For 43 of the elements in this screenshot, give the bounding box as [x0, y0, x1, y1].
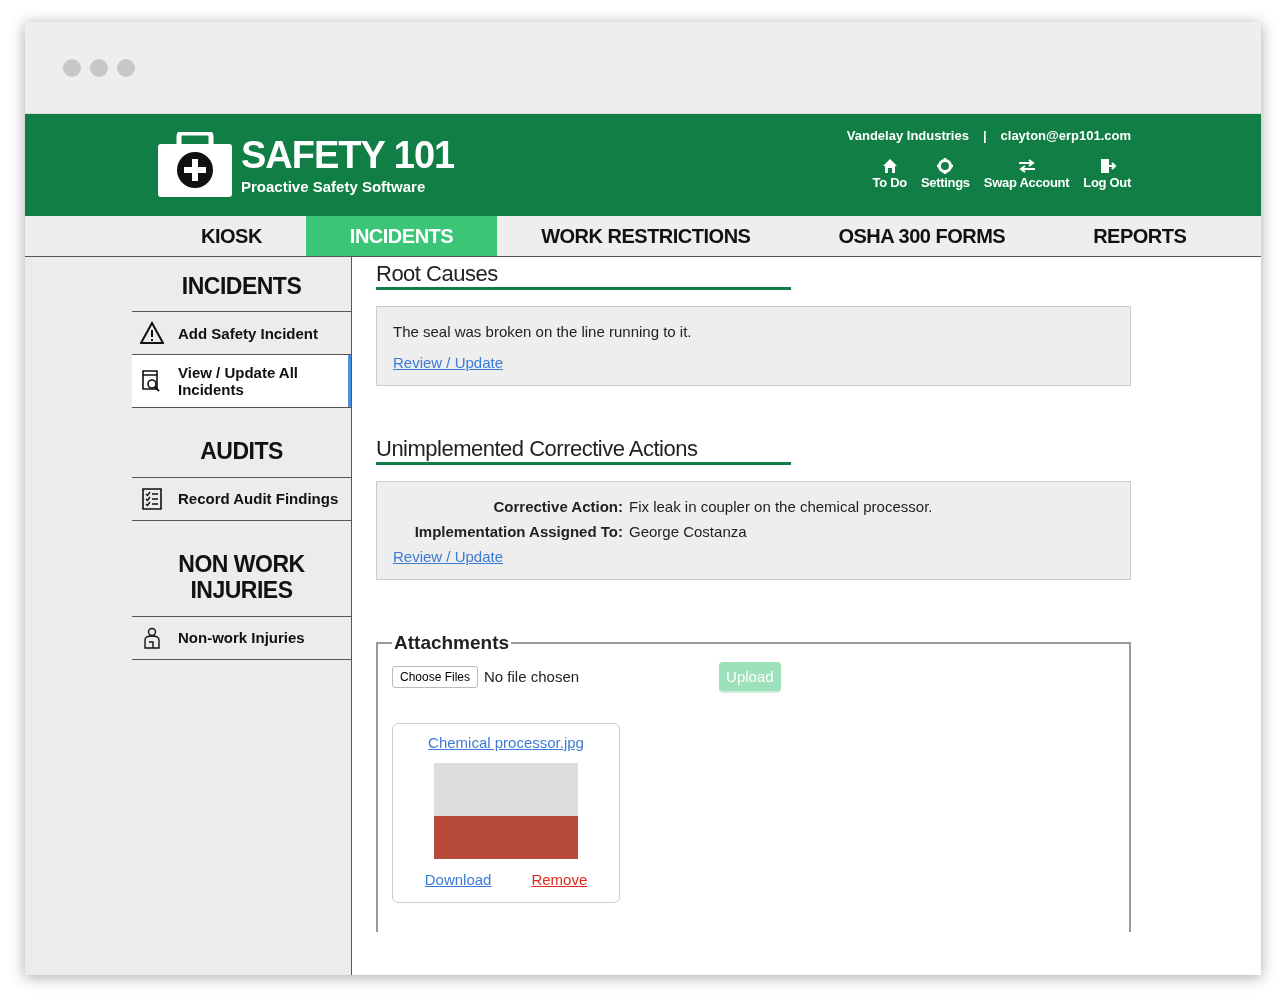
logo-title: SAFETY 101 — [241, 135, 455, 174]
user-email: clayton@erp101.com — [1000, 128, 1131, 143]
window-control[interactable] — [117, 58, 135, 77]
header-action[interactable]: To Do — [872, 157, 907, 190]
section-title: AUDITS — [199, 437, 284, 467]
nav-tab[interactable]: KIOSK — [157, 216, 306, 256]
logo-subtitle: Proactive Safety Software — [241, 177, 427, 195]
field-value: Fix leak in coupler on the chemical processor. — [629, 498, 934, 515]
field-label: Implementation Assigned To: — [413, 523, 623, 540]
sidebar-item[interactable]: Record Audit Findings — [132, 476, 351, 521]
window-control[interactable] — [90, 58, 108, 77]
door-exit-icon — [1098, 157, 1117, 175]
gear-icon — [936, 157, 955, 175]
checklist-icon — [140, 486, 164, 511]
separator: | — [982, 128, 987, 143]
header-action[interactable]: Settings — [920, 157, 970, 190]
header-action[interactable]: Swap Account — [983, 157, 1070, 190]
sidebar-item[interactable]: Non-work Injuries — [132, 615, 351, 660]
field-label: Corrective Action: — [492, 498, 623, 515]
nav-tab[interactable]: REPORTS — [1049, 216, 1231, 256]
swap-arrows-icon — [1017, 157, 1036, 175]
attachments-legend: Attachments — [392, 632, 512, 654]
section-heading: Unimplemented Corrective Actions — [376, 436, 791, 465]
root-cause-text: The seal was broken on the line running to it. — [393, 323, 693, 340]
warning-icon — [140, 321, 164, 346]
remove-link[interactable]: Remove — [531, 871, 588, 888]
nav-tab[interactable]: WORK RESTRICTIONS — [497, 216, 795, 256]
first-aid-kit-icon — [157, 132, 233, 198]
header-action[interactable]: Log Out — [1083, 157, 1131, 190]
review-update-link[interactable]: Review / Update — [393, 354, 504, 371]
sidebar-item[interactable]: View / Update All Incidents — [132, 354, 351, 409]
field-value: George Costanza — [629, 523, 748, 540]
file-status: No file chosen — [484, 668, 580, 685]
review-update-link[interactable]: Review / Update — [393, 548, 504, 565]
download-link[interactable]: Download — [424, 871, 492, 888]
company-name: Vandelay Industries — [846, 128, 969, 143]
section-heading: Root Causes — [376, 261, 791, 290]
choose-files-button[interactable]: Choose Files — [392, 665, 479, 688]
window-control[interactable] — [63, 58, 81, 77]
section-title: INCIDENTS — [180, 272, 303, 301]
nav-tab[interactable]: OSHA 300 FORMS — [794, 216, 1050, 256]
file-link[interactable]: Chemical processor.jpg — [428, 734, 584, 751]
section-title: NON WORK INJURIES — [177, 549, 306, 606]
